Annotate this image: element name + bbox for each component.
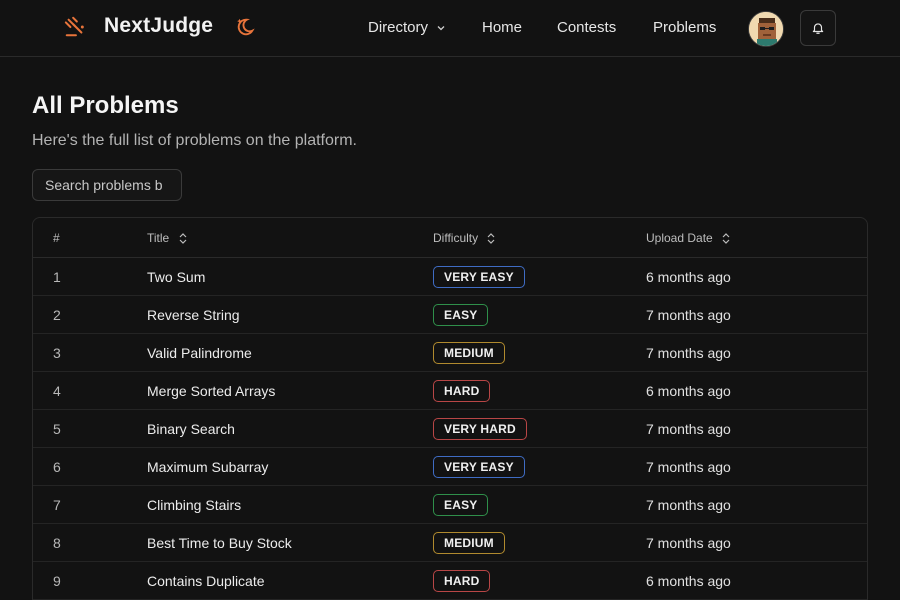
row-upload-date: 7 months ago — [646, 421, 731, 437]
difficulty-badge: MEDIUM — [433, 342, 505, 364]
table-row[interactable]: 9 Contains Duplicate HARD 6 months ago — [33, 562, 867, 600]
difficulty-badge: EASY — [433, 304, 489, 326]
chevron-down-icon — [437, 26, 445, 31]
row-title[interactable]: Best Time to Buy Stock — [147, 535, 292, 551]
row-upload-date: 7 months ago — [646, 535, 731, 551]
difficulty-badge: EASY — [433, 494, 489, 516]
header-difficulty-label: Difficulty — [433, 231, 479, 245]
row-upload-date: 6 months ago — [646, 269, 731, 285]
row-upload-date: 6 months ago — [646, 573, 731, 589]
difficulty-badge: VERY EASY — [433, 266, 525, 288]
nav-directory[interactable]: Directory — [368, 19, 446, 36]
table-row[interactable]: 7 Climbing Stairs EASY 7 months ago — [33, 486, 867, 524]
brand-name[interactable]: NextJudge — [104, 14, 213, 38]
navbar: NextJudge Directory Home Contests Proble… — [0, 0, 900, 57]
nav-problems[interactable]: Problems — [653, 19, 716, 36]
row-number: 5 — [53, 421, 61, 437]
avatar-image — [749, 12, 783, 46]
page-subtitle: Here's the full list of problems on the … — [32, 132, 357, 149]
table-row[interactable]: 4 Merge Sorted Arrays HARD 6 months ago — [33, 372, 867, 410]
sort-icon — [722, 233, 730, 245]
bell-icon — [812, 23, 824, 34]
sort-icon — [488, 233, 495, 245]
row-title[interactable]: Binary Search — [147, 421, 235, 437]
header-number: # — [53, 231, 60, 245]
table-row[interactable]: 6 Maximum Subarray VERY EASY 7 months ag… — [33, 448, 867, 486]
row-number: 6 — [53, 459, 61, 475]
row-title[interactable]: Contains Duplicate — [147, 573, 265, 589]
header-title-label: Title — [147, 231, 170, 245]
table-header: # Title Difficulty Upload Date — [33, 218, 867, 258]
difficulty-badge: HARD — [433, 570, 491, 592]
difficulty-badge: VERY EASY — [433, 456, 525, 478]
row-title[interactable]: Maximum Subarray — [147, 459, 268, 475]
gavel-icon[interactable] — [64, 16, 86, 38]
page-title: All Problems — [32, 92, 179, 119]
table-row[interactable]: 8 Best Time to Buy Stock MEDIUM 7 months… — [33, 524, 867, 562]
table-row[interactable]: 3 Valid Palindrome MEDIUM 7 months ago — [33, 334, 867, 372]
row-title[interactable]: Climbing Stairs — [147, 497, 241, 513]
nav-directory-label: Directory — [368, 19, 429, 36]
header-title[interactable]: Title — [147, 231, 187, 245]
row-number: 9 — [53, 573, 61, 589]
difficulty-badge: MEDIUM — [433, 532, 505, 554]
row-upload-date: 7 months ago — [646, 307, 731, 323]
row-title[interactable]: Merge Sorted Arrays — [147, 383, 275, 399]
table-row[interactable]: 2 Reverse String EASY 7 months ago — [33, 296, 867, 334]
row-number: 3 — [53, 345, 61, 361]
difficulty-badge: VERY HARD — [433, 418, 527, 440]
table-row[interactable]: 5 Binary Search VERY HARD 7 months ago — [33, 410, 867, 448]
nav-contests[interactable]: Contests — [557, 19, 616, 36]
row-number: 2 — [53, 307, 61, 323]
row-number: 8 — [53, 535, 61, 551]
nav-home[interactable]: Home — [482, 19, 522, 36]
header-upload-date[interactable]: Upload Date — [646, 231, 730, 245]
table-row[interactable]: 1 Two Sum VERY EASY 6 months ago — [33, 258, 867, 296]
row-number: 1 — [53, 269, 61, 285]
row-title[interactable]: Two Sum — [147, 269, 205, 285]
header-difficulty[interactable]: Difficulty — [433, 231, 495, 245]
avatar[interactable] — [748, 11, 784, 47]
row-upload-date: 7 months ago — [646, 459, 731, 475]
moon-sparkle-icon[interactable] — [234, 16, 256, 38]
row-title[interactable]: Valid Palindrome — [147, 345, 252, 361]
problems-table: # Title Difficulty Upload Date 1 Two Sum… — [32, 217, 868, 600]
row-number: 7 — [53, 497, 61, 513]
difficulty-badge: HARD — [433, 380, 491, 402]
row-title[interactable]: Reverse String — [147, 307, 240, 323]
row-number: 4 — [53, 383, 61, 399]
notifications-button[interactable] — [800, 10, 836, 46]
sort-icon — [179, 233, 187, 245]
search-input[interactable] — [32, 169, 182, 201]
row-upload-date: 7 months ago — [646, 497, 731, 513]
header-upload-date-label: Upload Date — [646, 231, 713, 245]
row-upload-date: 6 months ago — [646, 383, 731, 399]
row-upload-date: 7 months ago — [646, 345, 731, 361]
